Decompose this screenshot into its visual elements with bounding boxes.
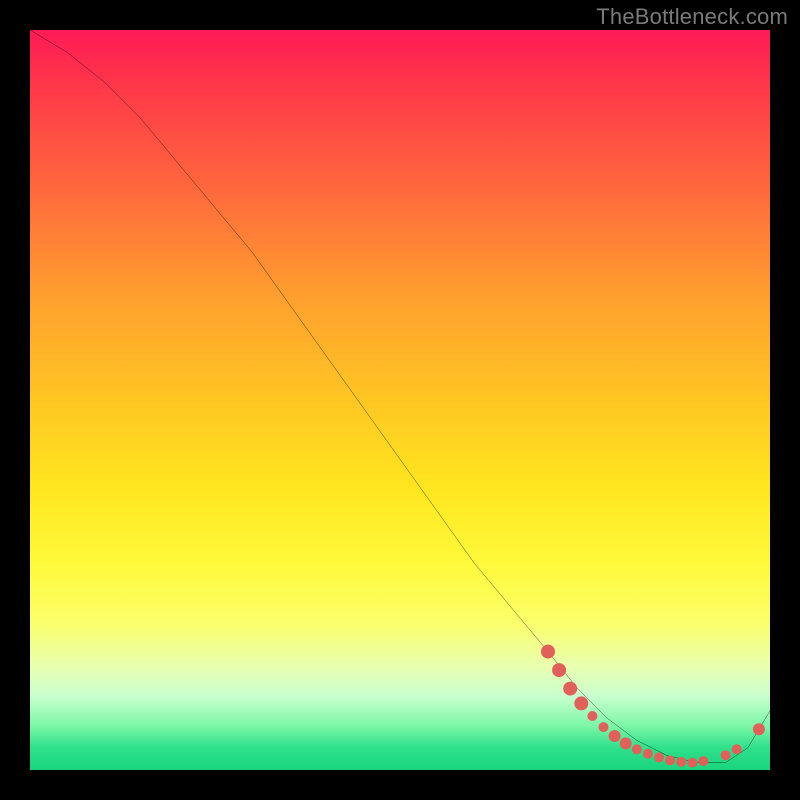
marker-dot (632, 744, 642, 754)
marker-dot (753, 723, 765, 735)
marker-dot (598, 722, 608, 732)
marker-dot (654, 752, 664, 762)
marker-dot (552, 663, 566, 677)
marker-dot (698, 756, 708, 766)
marker-dot (665, 755, 675, 765)
marker-dot (687, 758, 697, 768)
chart-svg (30, 30, 770, 770)
marker-dot (541, 645, 555, 659)
bottleneck-curve (30, 30, 770, 763)
marker-dot (620, 737, 632, 749)
marker-dot (732, 744, 742, 754)
watermark-text: TheBottleneck.com (596, 4, 788, 30)
marker-dot (587, 711, 597, 721)
marker-dot (721, 750, 731, 760)
chart-stage: TheBottleneck.com (0, 0, 800, 800)
marker-dot (563, 682, 577, 696)
marker-dot (643, 749, 653, 759)
marker-dot (676, 757, 686, 767)
marker-dot (609, 730, 621, 742)
highlight-markers (541, 645, 765, 768)
plot-area (30, 30, 770, 770)
marker-dot (574, 696, 588, 710)
